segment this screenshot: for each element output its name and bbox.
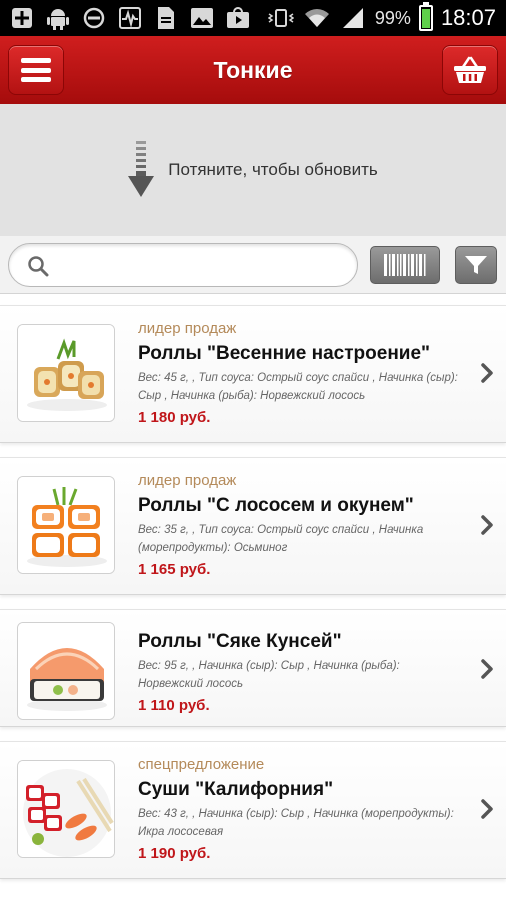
product-item[interactable]: Роллы "Сяке Кунсей" Вес: 95 г, , Начинка… [0,609,506,727]
battery-icon [418,2,433,31]
product-item[interactable]: лидер продаж Роллы "Весенние настроение"… [0,305,506,443]
filter-button[interactable] [455,246,497,284]
vibrate-icon [267,6,295,30]
basket-icon [454,56,486,83]
product-description: Вес: 45 г, , Тип соуса: Острый соус спай… [138,372,458,402]
play-store-icon [224,6,252,30]
search-field[interactable] [8,243,358,287]
barcode-scan-button[interactable] [370,246,440,284]
status-bar: 99% 18:07 [0,0,506,36]
product-item[interactable]: спецпредложение Суши "Калифорния" Вес: 4… [0,741,506,879]
battery-percent: 99% [374,7,411,28]
document-icon [152,6,180,30]
search-icon [28,256,49,277]
product-description: Вес: 35 г, , Тип соуса: Острый соус спай… [138,524,424,554]
product-price: 1 180 руб. [138,409,211,426]
barcode-icon [384,254,426,276]
hamburger-icon [21,58,51,82]
product-list: лидер продаж Роллы "Весенние настроение"… [0,305,506,893]
product-thumbnail [17,476,115,574]
product-description: Вес: 43 г, , Начинка (сыр): Сыр , Начинк… [138,808,454,838]
product-name: Роллы "С лососем и окунем" [138,495,414,516]
pull-to-refresh[interactable]: Потяните, чтобы обновить [0,104,506,236]
chevron-right-icon [481,659,493,679]
clock: 18:07 [440,5,496,30]
product-badge: лидер продаж [138,320,237,337]
product-name: Роллы "Сяке Кунсей" [138,631,342,652]
product-badge: спецпредложение [138,756,265,773]
pull-to-refresh-label: Потяните, чтобы обновить [168,160,378,179]
wifi-icon [303,6,331,30]
system-icons: 99% 18:07 [267,2,506,31]
product-description: Вес: 95 г, , Начинка (сыр): Сыр , Начинк… [138,660,400,690]
page-title: Тонкие [213,56,293,83]
filter-funnel-icon [465,256,487,274]
product-name: Роллы "Весенние настроение" [138,343,431,364]
signal-icon [339,6,367,30]
search-input[interactable] [59,252,349,280]
product-thumbnail [17,760,115,858]
notification-icons [0,6,252,30]
pull-down-arrow-icon [128,141,155,197]
chevron-right-icon [481,363,493,383]
chevron-right-icon [481,515,493,535]
search-toolbar [0,236,506,294]
product-price: 1 165 руб. [138,561,211,578]
image-icon [188,6,216,30]
pulse-monitor-icon [116,6,144,30]
product-price: 1 110 руб. [138,697,210,714]
product-thumbnail [17,324,115,422]
android-icon [44,6,72,30]
product-thumbnail [17,622,115,720]
product-name: Суши "Калифорния" [138,779,334,800]
app-header: Тонкие [0,36,506,104]
menu-button[interactable] [8,45,64,95]
cart-button[interactable] [442,45,498,95]
product-price: 1 190 руб. [138,845,211,862]
minus-circle-icon [80,6,108,30]
chevron-right-icon [481,799,493,819]
add-notification-icon [8,6,36,30]
product-item[interactable]: лидер продаж Роллы "С лососем и окунем" … [0,457,506,595]
product-badge: лидер продаж [138,472,237,489]
